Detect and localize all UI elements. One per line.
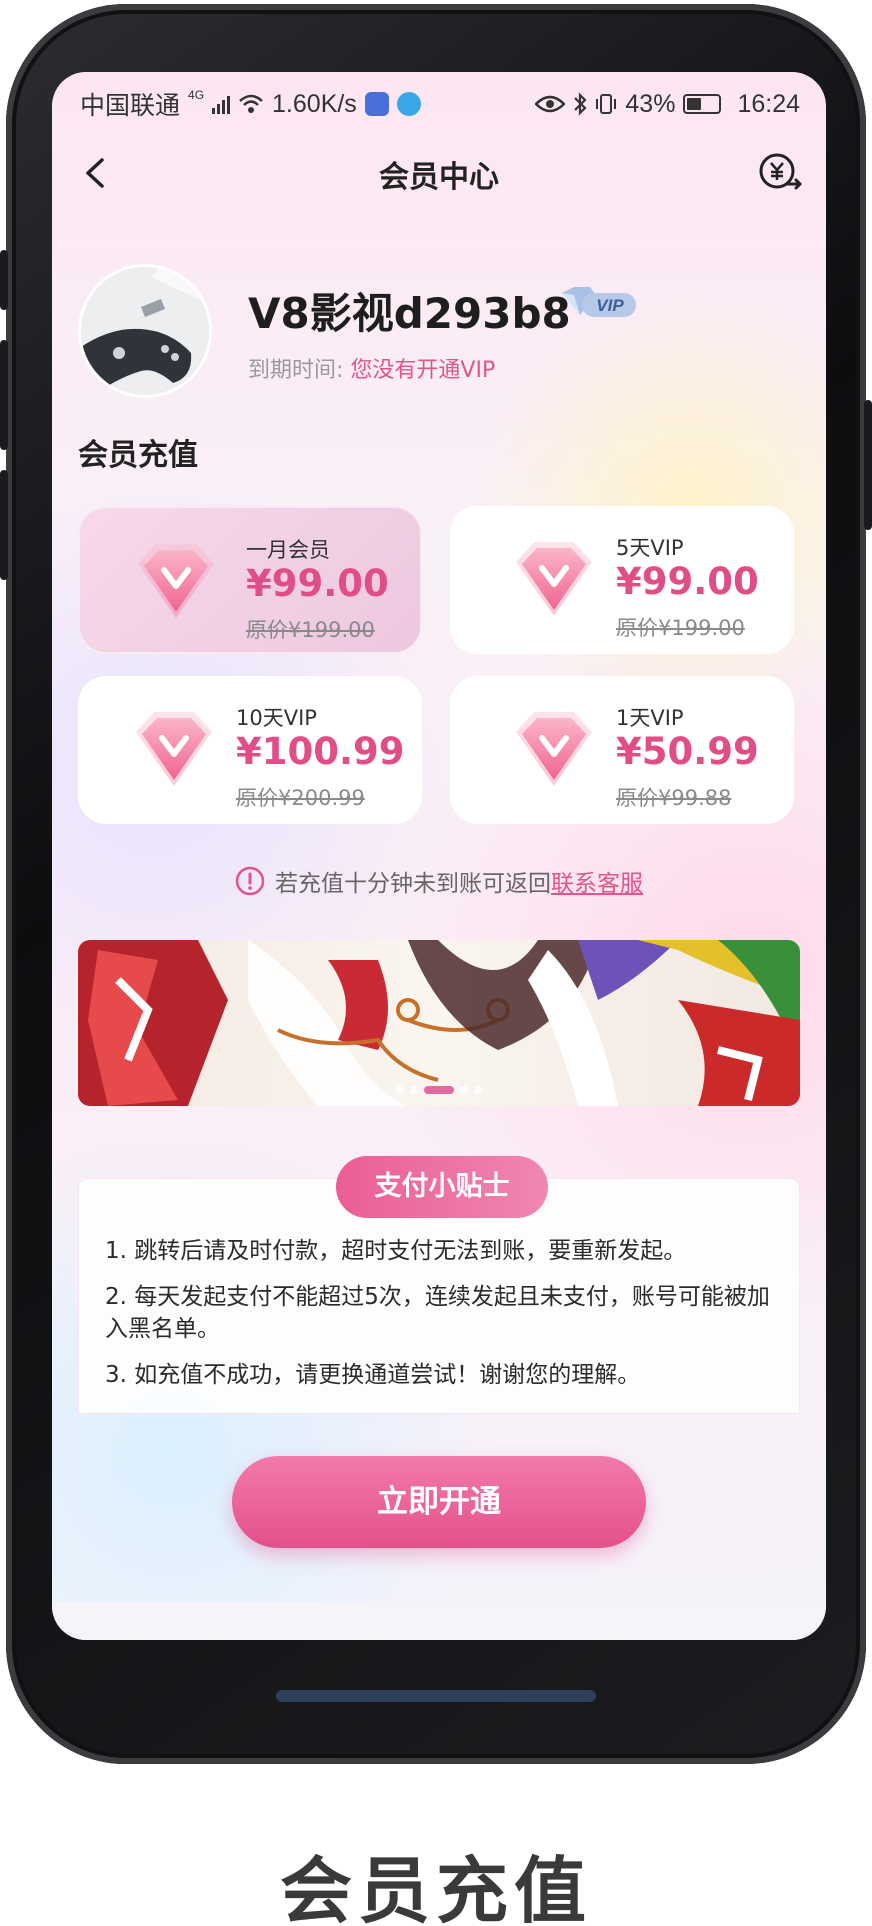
recharge-notice: 若充值十分钟未到账可返回 联系客服 [52, 864, 826, 898]
pagination-dot[interactable] [410, 1086, 418, 1094]
page-title: 会员中心 [379, 160, 499, 195]
expire-label: 到期时间: [248, 358, 344, 383]
screen-bottom-area [52, 1602, 826, 1640]
phone-side-button [864, 400, 872, 530]
clock: 16:24 [737, 89, 800, 118]
plan-name: 5天VIP [616, 536, 684, 560]
plan-card[interactable]: 一月会员 ¥99.00 原价¥199.00 [78, 506, 422, 654]
network-speed: 1.60K/s [272, 89, 357, 118]
bluetooth-icon [574, 92, 587, 116]
banner-illustration [78, 940, 800, 1106]
network-type: 4G [188, 88, 205, 102]
battery-percent: 43% [625, 89, 676, 118]
expire-value: 您没有开通VIP [350, 358, 496, 383]
avatar[interactable] [78, 264, 212, 398]
plan-price: ¥50.99 [616, 730, 759, 773]
plan-original-price: 原价¥99.88 [616, 786, 732, 810]
plan-name: 1天VIP [616, 706, 684, 730]
alert-circle-icon [235, 866, 265, 896]
app-notification-icon [396, 92, 421, 116]
signal-icon [212, 94, 231, 114]
tip-item: 2. 每天发起支付不能超过5次，连续发起且未支付，账号可能被加入黑名单。 [105, 1284, 770, 1342]
vip-badge-label: VIP [596, 296, 624, 315]
vip-diamond-badge-icon: VIP [562, 287, 636, 317]
pagination-dot[interactable] [396, 1086, 404, 1094]
notice-text: 若充值十分钟未到账可返回 [275, 871, 551, 897]
plan-name: 10天VIP [236, 706, 317, 730]
eye-icon [535, 95, 566, 113]
vibrate-icon [596, 94, 617, 114]
yuan-exchange-icon[interactable] [752, 146, 806, 200]
plan-price: ¥99.00 [246, 562, 389, 605]
plan-name: 一月会员 [246, 538, 330, 562]
promo-banner[interactable] [78, 940, 800, 1106]
diamond-v-icon [516, 542, 592, 616]
app-notification-icon [364, 92, 389, 116]
battery-icon [683, 94, 722, 114]
pagination-dot[interactable] [460, 1086, 468, 1094]
plan-original-price: 原价¥199.00 [616, 616, 745, 640]
plan-card[interactable]: 1天VIP ¥50.99 原价¥99.88 [450, 676, 794, 824]
banner-pagination [78, 1086, 800, 1094]
carrier-label: 中国联通 [80, 92, 181, 120]
diamond-v-icon [136, 712, 212, 786]
plan-card[interactable]: 5天VIP ¥99.00 原价¥199.00 [450, 506, 794, 654]
tip-item: 3. 如充值不成功，请更换通道尝试！谢谢您的理解。 [105, 1362, 641, 1388]
app-screen: 中国联通 4G 1.60K/s 43% 16:24 会员中心 V8影视d293b… [52, 72, 826, 1640]
plan-card[interactable]: 10天VIP ¥100.99 原价¥200.99 [78, 676, 422, 824]
status-bar: 中国联通 4G 1.60K/s 43% 16:24 [80, 82, 800, 126]
phone-side-button [0, 470, 8, 580]
diamond-v-icon [516, 712, 592, 786]
diamond-v-icon [138, 544, 214, 618]
plan-original-price: 原价¥200.99 [236, 786, 365, 810]
nav-bar: 会员中心 [52, 138, 826, 208]
pagination-dot[interactable] [474, 1086, 482, 1094]
home-indicator[interactable] [276, 1690, 596, 1702]
screenshot-caption: 会员充值 [279, 1849, 592, 1926]
plan-price: ¥100.99 [236, 730, 405, 773]
section-title: 会员充值 [78, 438, 198, 473]
phone-side-button [0, 250, 8, 310]
plan-original-price: 原价¥199.00 [246, 618, 375, 642]
plan-price: ¥99.00 [616, 560, 759, 603]
tips-title: 支付小贴士 [336, 1156, 548, 1218]
expire-info: 到期时间: 您没有开通VIP [248, 352, 495, 384]
activate-now-button[interactable]: 立即开通 [232, 1456, 646, 1548]
gamepad-avatar-image [81, 267, 209, 395]
contact-support-link[interactable]: 联系客服 [551, 864, 643, 898]
tip-item: 1. 跳转后请及时付款，超时支付无法到账，要重新发起。 [105, 1238, 687, 1264]
pagination-dot-active[interactable] [424, 1086, 454, 1094]
username: V8影视d293b8 [248, 289, 571, 338]
wifi-icon [239, 94, 263, 113]
phone-side-button [0, 340, 8, 450]
